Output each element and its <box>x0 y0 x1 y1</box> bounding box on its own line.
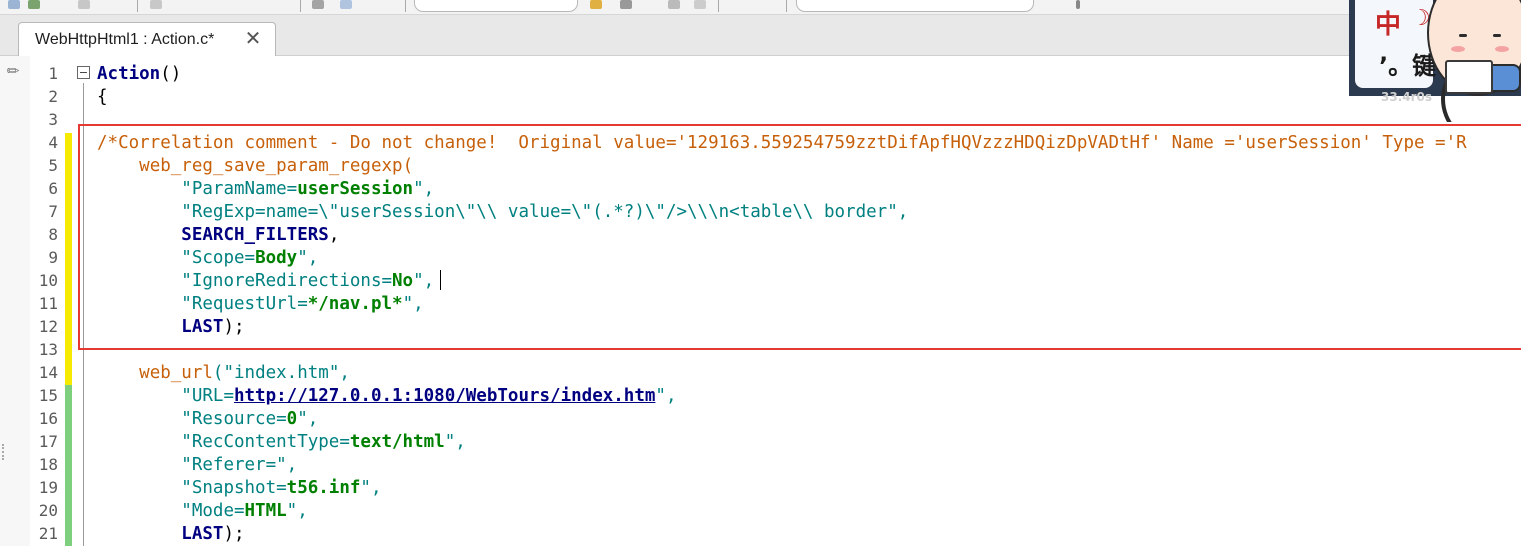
mascot-eye <box>1459 34 1467 37</box>
left-margin: ✎ <box>0 56 30 546</box>
line-number: 18 <box>38 455 58 474</box>
url-link[interactable]: http://127.0.0.1:1080/WebTours/index.htm <box>234 386 655 406</box>
mascot-eye <box>1493 34 1501 37</box>
code-line-12[interactable]: LAST); <box>97 316 244 339</box>
pin-icon[interactable]: ✎ <box>2 60 24 82</box>
toolbar-separator <box>405 0 406 12</box>
line-number: 12 <box>38 317 58 336</box>
ime-floating-widget[interactable]: 中 ☽ ’。键 33.4r0s <box>1349 0 1521 122</box>
line-number: 8 <box>48 225 58 244</box>
toolbar-button-icon[interactable] <box>1076 0 1080 9</box>
tab-title: WebHttpHtml1 : Action.c* <box>35 31 215 48</box>
line-number: 13 <box>38 340 58 359</box>
line-number: 15 <box>38 386 58 405</box>
change-bar-saved <box>65 385 72 546</box>
line-number: 3 <box>48 110 58 129</box>
code-line-9[interactable]: "Scope=Body", <box>97 247 318 270</box>
toolbar-search-box[interactable] <box>796 0 1034 12</box>
line-number: 1 <box>48 64 58 83</box>
code-line-4[interactable]: /*Correlation comment - Do not change! O… <box>97 132 1467 155</box>
close-icon[interactable]: ✕ <box>243 28 263 48</box>
toolbar-button-icon[interactable] <box>312 0 324 9</box>
code-line-5[interactable]: web_reg_save_param_regexp( <box>97 155 413 178</box>
editor-tab-bar: WebHttpHtml1 : Action.c* ✕ <box>0 15 1521 56</box>
fold-guide <box>83 83 84 546</box>
toolbar-button-icon[interactable] <box>620 0 632 9</box>
toolbar-button-icon[interactable] <box>78 0 90 9</box>
code-line-16[interactable]: "Resource=0", <box>97 408 318 431</box>
text-caret <box>440 270 441 290</box>
code-line-14[interactable]: web_url("index.htm", <box>97 362 350 385</box>
line-number: 4 <box>48 133 58 152</box>
code-line-2[interactable]: { <box>97 86 108 109</box>
tab-action-c[interactable]: WebHttpHtml1 : Action.c* ✕ <box>18 22 276 56</box>
code-line-21[interactable]: LAST); <box>97 523 244 546</box>
line-number: 11 <box>38 294 58 313</box>
line-number: 9 <box>48 248 58 267</box>
code-line-10[interactable]: "IgnoreRedirections=No", <box>97 270 434 293</box>
code-line-7[interactable]: "RegExp=name=\"userSession\"\\ value=\"(… <box>97 201 908 224</box>
toolbar-separator <box>718 0 719 12</box>
mascot-blush <box>1451 46 1465 52</box>
code-line-17[interactable]: "RecContentType=text/html", <box>97 431 465 454</box>
speed-readout: 33.4r0s <box>1381 90 1433 104</box>
splitter-grip[interactable] <box>2 444 10 460</box>
code-line-18[interactable]: "Referer=", <box>97 454 297 477</box>
ime-status-box[interactable]: 中 ☽ ’。键 <box>1355 0 1437 88</box>
toolbar-button-icon[interactable] <box>340 0 352 9</box>
line-number: 20 <box>38 501 58 520</box>
line-number: 17 <box>38 432 58 451</box>
fold-toggle[interactable]: − <box>77 66 90 79</box>
ime-punct-chars: ’。键 <box>1379 52 1437 80</box>
code-line-11[interactable]: "RequestUrl=*/nav.pl*", <box>97 293 423 316</box>
toolbar-dropdown[interactable] <box>414 0 578 12</box>
toolbar-button-icon[interactable] <box>8 0 20 9</box>
code-line-1[interactable]: Action() <box>97 63 181 86</box>
toolbar-separator <box>786 0 787 12</box>
line-number: 10 <box>38 271 58 290</box>
code-editor[interactable]: ✎ 1 2 3 4 5 6 7 8 9 10 11 12 13 14 15 16… <box>0 56 1521 546</box>
code-line-15[interactable]: "URL=http://127.0.0.1:1080/WebTours/inde… <box>97 385 676 408</box>
line-number: 19 <box>38 478 58 497</box>
toolbar-button-icon[interactable] <box>150 0 162 9</box>
toolbar-button-icon[interactable] <box>694 0 706 9</box>
code-line-19[interactable]: "Snapshot=t56.inf", <box>97 477 381 500</box>
line-number: 21 <box>38 524 58 543</box>
code-line-8[interactable]: SEARCH_FILTERS, <box>97 224 339 247</box>
line-number: 14 <box>38 363 58 382</box>
line-number: 16 <box>38 409 58 428</box>
line-number: 6 <box>48 179 58 198</box>
tablet-icon <box>1445 60 1493 94</box>
line-number: 5 <box>48 156 58 175</box>
line-number: 7 <box>48 202 58 221</box>
line-number: 2 <box>48 87 58 106</box>
code-line-20[interactable]: "Mode=HTML", <box>97 500 307 523</box>
mascot-blush <box>1495 46 1509 52</box>
toolbar-button-icon[interactable] <box>590 0 602 9</box>
change-bar-modified <box>65 133 72 385</box>
toolbar-button-icon[interactable] <box>668 0 680 9</box>
code-line-6[interactable]: "ParamName=userSession", <box>97 178 434 201</box>
main-toolbar <box>0 0 1521 15</box>
toolbar-separator <box>137 0 138 12</box>
toolbar-separator <box>300 0 301 12</box>
ime-mode-char: 中 <box>1375 10 1402 40</box>
toolbar-button-icon[interactable] <box>28 0 40 9</box>
